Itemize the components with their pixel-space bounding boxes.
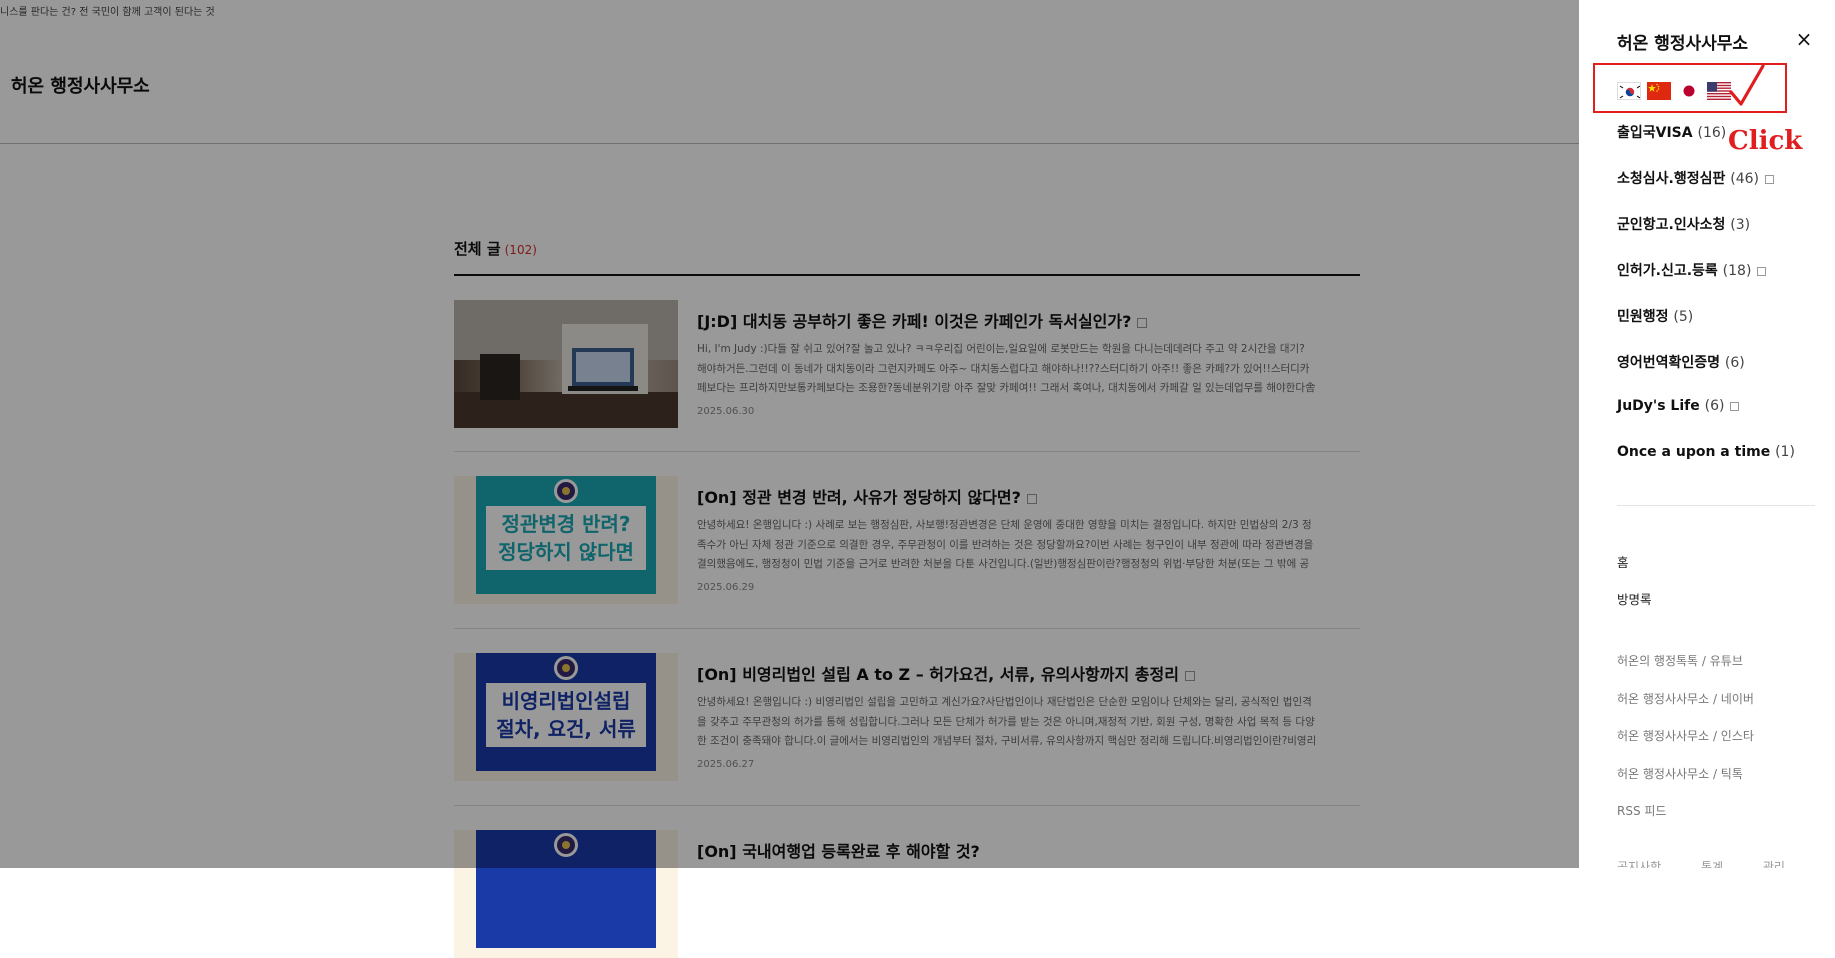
category-name[interactable]: 영어번역확인증명 — [1617, 355, 1720, 371]
naver-link[interactable]: 허온 행정사사무소 / 네이버 — [1617, 690, 1754, 728]
instagram-link[interactable]: 허온 행정사사무소 / 인스타 — [1617, 727, 1754, 765]
category-count: (18) — [1722, 263, 1752, 279]
category-name[interactable]: 출입국VISA — [1617, 125, 1693, 141]
category-item[interactable]: 인허가.신고.등록 (18) — [1617, 260, 1795, 306]
category-list: 출입국VISA (16) 소청심사.행정심판 (46) 군인항고.인사소청 (3… — [1617, 122, 1795, 490]
youtube-link[interactable]: 허온의 행정톡톡 / 유튜브 — [1617, 652, 1754, 690]
category-item[interactable]: JuDy's Life (6) — [1617, 398, 1795, 444]
category-name[interactable]: Once a upon a time — [1617, 444, 1770, 460]
category-count: (1) — [1775, 444, 1795, 460]
category-name[interactable]: 인허가.신고.등록 — [1617, 263, 1718, 279]
category-item[interactable]: Once a upon a time (1) — [1617, 444, 1795, 490]
category-item[interactable]: 영어번역확인증명 (6) — [1617, 352, 1795, 398]
new-post-icon — [1730, 401, 1740, 411]
drawer-title[interactable]: 허온 행정사사무소 — [1617, 29, 1748, 54]
drawer-nav: 홈 방명록 — [1617, 552, 1652, 626]
external-links: 허온의 행정톡톡 / 유튜브 허온 행정사사무소 / 네이버 허온 행정사사무소… — [1617, 652, 1754, 840]
new-post-icon — [1757, 266, 1767, 276]
tiktok-link[interactable]: 허온 행정사사무소 / 틱톡 — [1617, 765, 1754, 803]
category-count: (16) — [1697, 125, 1727, 141]
category-name[interactable]: 소청심사.행정심판 — [1617, 171, 1725, 187]
new-post-icon — [1764, 174, 1774, 184]
category-name[interactable]: 민원행정 — [1617, 309, 1669, 325]
close-icon[interactable]: × — [1793, 28, 1815, 50]
rss-feed-link[interactable]: RSS 피드 — [1617, 802, 1754, 840]
category-item[interactable]: 민원행정 (5) — [1617, 306, 1795, 352]
category-name[interactable]: JuDy's Life — [1617, 398, 1700, 414]
category-count: (3) — [1730, 217, 1751, 233]
nav-home-link[interactable]: 홈 — [1617, 552, 1652, 589]
category-item[interactable]: 군인항고.인사소청 (3) — [1617, 214, 1795, 260]
category-count: (46) — [1730, 171, 1759, 187]
category-item[interactable]: 출입국VISA (16) — [1617, 122, 1795, 168]
nav-guestbook-link[interactable]: 방명록 — [1617, 589, 1652, 626]
checkmark-icon — [1729, 64, 1765, 106]
category-item[interactable]: 소청심사.행정심판 (46) — [1617, 168, 1795, 214]
category-count: (6) — [1704, 398, 1725, 414]
modal-backdrop[interactable] — [0, 0, 1579, 868]
side-drawer: 허온 행정사사무소 × Click 출입국VISA (16) 소청심사.행정심판… — [1579, 0, 1835, 868]
category-count: (6) — [1724, 355, 1745, 371]
category-name[interactable]: 군인항고.인사소청 — [1617, 217, 1725, 233]
category-count: (5) — [1673, 309, 1694, 325]
drawer-divider — [1617, 505, 1815, 506]
drawer-footer-links[interactable]: 공지사항 통계 관리 — [1617, 858, 1785, 868]
